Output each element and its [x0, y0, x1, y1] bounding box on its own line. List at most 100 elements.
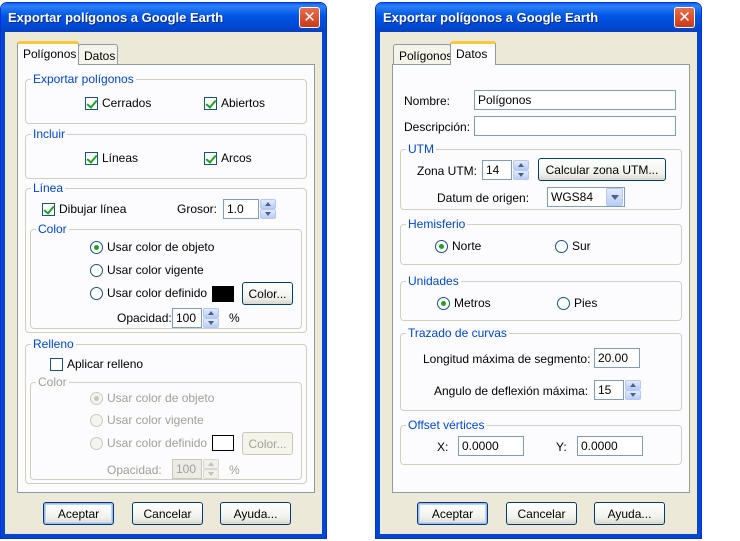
north-radio[interactable] [435, 240, 448, 253]
left-tab-poligonos[interactable]: Polígonos [17, 41, 79, 65]
datum-label: Datum de origen: [437, 191, 530, 205]
right-tab-datos[interactable]: Datos [450, 41, 496, 65]
units-group: Unidades Metros Pies [400, 274, 682, 321]
max-segment-input[interactable]: 20.00 [594, 348, 640, 368]
thickness-spinner[interactable] [260, 199, 276, 219]
left-tab-panel: Exportar polígonos Cerrados Abiertos Inc… [17, 64, 315, 493]
left-tab-datos[interactable]: Datos [78, 44, 118, 66]
hemisphere-group: Hemisferio Norte Sur [400, 217, 682, 265]
right-cancel-button[interactable]: Cancelar [506, 502, 577, 525]
line-opacity-label: Opacidad: [117, 311, 172, 325]
arcos-checkbox[interactable] [204, 152, 217, 165]
feet-radio[interactable] [557, 297, 570, 310]
fill-object-color-radio[interactable] [90, 392, 103, 405]
fill-defined-color-label: Usar color definido [107, 436, 208, 450]
left-cancel-button[interactable]: Cancelar [132, 502, 203, 525]
offset-group-title: Offset vértices [406, 418, 487, 432]
lineas-label: Líneas [102, 151, 139, 165]
max-angle-spin-up-icon[interactable] [625, 380, 641, 390]
line-current-color-label: Usar color vigente [107, 263, 204, 277]
fill-object-color-label: Usar color de objeto [107, 391, 215, 405]
line-defined-color-label: Usar color definido [107, 286, 208, 300]
thickness-spin-up-icon[interactable] [260, 199, 276, 209]
line-opacity-input[interactable]: 100 [172, 308, 202, 328]
abiertos-checkbox[interactable] [204, 97, 217, 110]
max-angle-spinner[interactable] [625, 380, 641, 400]
line-defined-color-radio[interactable] [90, 287, 103, 300]
left-frame-left [1, 32, 5, 538]
fill-defined-color-radio[interactable] [90, 437, 103, 450]
datum-select[interactable]: WGS84 [547, 187, 625, 207]
offset-x-input[interactable]: 0.0000 [458, 436, 524, 456]
line-opacity-spin-down-icon[interactable] [203, 318, 219, 328]
line-current-color-radio[interactable] [90, 264, 103, 277]
left-line-color-group: Color Usar color de objeto Usar color vi… [30, 222, 302, 329]
fill-opacity-label: Opacidad: [107, 463, 162, 477]
utm-group: UTM Zona UTM: 14 Calcular zona UTM... Da… [400, 142, 682, 210]
chevron-down-icon[interactable] [606, 188, 623, 206]
cerrados-checkbox[interactable] [85, 97, 98, 110]
left-fill-group-title: Relleno [31, 337, 76, 351]
fill-color-swatch[interactable] [212, 435, 234, 451]
meters-radio[interactable] [437, 297, 450, 310]
curves-group: Trazado de curvas Longitud máxima de seg… [400, 326, 682, 411]
left-fill-group: Relleno Aplicar relleno Color Usar color… [25, 337, 307, 484]
right-frame-bottom [376, 534, 701, 538]
left-include-group: Incluir Líneas Arcos [25, 127, 307, 179]
calc-utm-zone-button[interactable]: Calcular zona UTM... [538, 158, 666, 181]
left-close-icon[interactable]: ✕ [299, 7, 320, 28]
fill-opacity-input[interactable]: 100 [172, 459, 202, 479]
thickness-input[interactable]: 1.0 [223, 199, 259, 219]
fill-opacity-spinner[interactable] [203, 459, 219, 479]
right-accept-button[interactable]: Aceptar [417, 502, 488, 525]
line-opacity-spin-up-icon[interactable] [203, 308, 219, 318]
utm-zone-input[interactable]: 14 [482, 160, 512, 180]
fill-opacity-spin-up-icon[interactable] [203, 459, 219, 469]
right-close-icon[interactable]: ✕ [674, 7, 695, 28]
line-opacity-spinner[interactable] [203, 308, 219, 328]
name-input[interactable]: Polígonos [474, 90, 676, 110]
max-angle-spin-down-icon[interactable] [625, 390, 641, 400]
datum-select-value: WGS84 [551, 190, 594, 204]
description-input[interactable] [474, 116, 676, 136]
left-frame-right [322, 32, 326, 538]
utm-zone-spin-up-icon[interactable] [513, 160, 529, 170]
left-accept-button[interactable]: Aceptar [43, 502, 114, 525]
left-help-button[interactable]: Ayuda... [220, 502, 291, 525]
left-include-group-title: Incluir [31, 127, 68, 141]
fill-current-color-radio[interactable] [90, 414, 103, 427]
offset-x-label: X: [437, 440, 449, 454]
utm-zone-spinner[interactable] [513, 160, 529, 180]
left-dialog: Exportar polígonos a Google Earth ✕ Polí… [0, 2, 327, 539]
left-title-bar[interactable]: Exportar polígonos a Google Earth ✕ [1, 3, 326, 32]
meters-label: Metros [454, 296, 491, 310]
line-color-swatch[interactable] [212, 286, 234, 302]
lineas-checkbox[interactable] [85, 152, 98, 165]
fill-opacity-percent: % [229, 463, 240, 477]
right-help-button[interactable]: Ayuda... [594, 502, 665, 525]
abiertos-label: Abiertos [221, 96, 266, 110]
south-radio[interactable] [555, 240, 568, 253]
fill-opacity-spin-down-icon[interactable] [203, 469, 219, 479]
draw-line-checkbox[interactable] [42, 203, 55, 216]
description-label: Descripción: [404, 120, 471, 134]
line-color-button[interactable]: Color... [242, 282, 293, 305]
feet-label: Pies [574, 296, 598, 310]
line-object-color-radio[interactable] [90, 241, 103, 254]
right-dialog: Exportar polígonos a Google Earth ✕ Polí… [375, 2, 702, 539]
draw-line-label: Dibujar línea [59, 202, 127, 216]
apply-fill-checkbox[interactable] [50, 358, 63, 371]
right-tab-poligonos[interactable]: Polígonos [393, 44, 452, 66]
right-title-bar[interactable]: Exportar polígonos a Google Earth ✕ [376, 3, 701, 32]
line-object-color-label: Usar color de objeto [107, 240, 215, 254]
offset-y-input[interactable]: 0.0000 [577, 436, 643, 456]
max-angle-input[interactable]: 15 [594, 380, 624, 400]
fill-color-button[interactable]: Color... [242, 432, 293, 455]
curves-group-title: Trazado de curvas [406, 326, 509, 340]
right-window-title: Exportar polígonos a Google Earth [383, 10, 599, 25]
utm-zone-spin-down-icon[interactable] [513, 170, 529, 180]
cerrados-label: Cerrados [102, 96, 152, 110]
thickness-label: Grosor: [177, 202, 218, 216]
left-frame-bottom [1, 534, 326, 538]
thickness-spin-down-icon[interactable] [260, 209, 276, 219]
